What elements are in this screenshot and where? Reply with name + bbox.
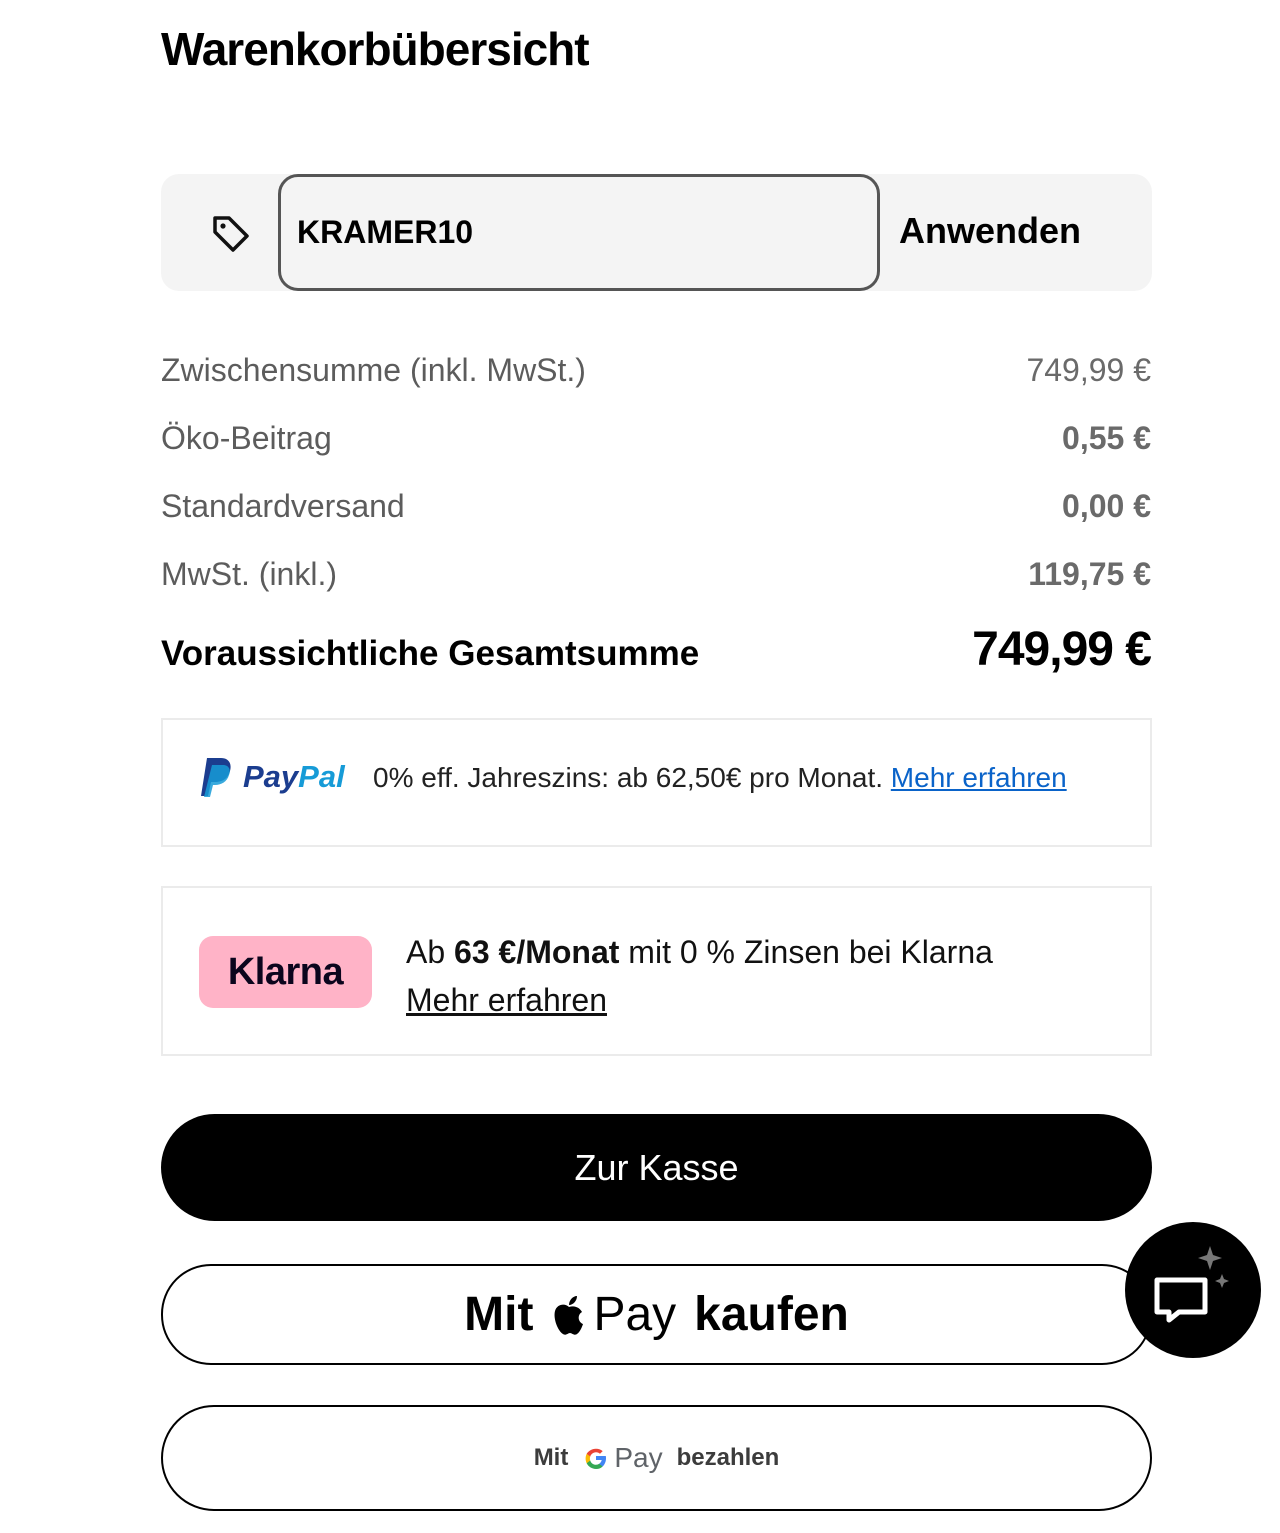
subtotal-value: 749,99 € bbox=[1026, 352, 1151, 388]
apple-pay-wordmark: Pay bbox=[593, 1288, 677, 1341]
shipping-row: Standardversand 0,00 € bbox=[161, 488, 1151, 525]
eco-fee-label: Öko-Beitrag bbox=[161, 420, 332, 456]
paypal-installment-text: 0% eff. Jahreszins: ab 62,50€ pro Monat.… bbox=[373, 762, 1067, 793]
klarna-logo: Klarna bbox=[199, 936, 372, 1008]
apply-promo-button[interactable]: Anwenden bbox=[899, 206, 1081, 256]
subtotal-label: Zwischensumme (inkl. MwSt.) bbox=[161, 352, 586, 388]
shipping-value: 0,00 € bbox=[1062, 488, 1151, 524]
vat-row: MwSt. (inkl.) 119,75 € bbox=[161, 556, 1151, 593]
paypal-learn-more-link[interactable]: Mehr erfahren bbox=[891, 762, 1067, 793]
tag-icon bbox=[213, 216, 249, 252]
eco-fee-row: Öko-Beitrag 0,55 € bbox=[161, 420, 1151, 457]
klarna-installment-text: Ab 63 €/Monat mit 0 % Zinsen bei Klarna … bbox=[406, 934, 993, 1018]
klarna-learn-more-link[interactable]: Mehr erfahren bbox=[406, 982, 607, 1018]
checkout-button[interactable]: Zur Kasse bbox=[161, 1114, 1152, 1221]
chat-sparkle-icon bbox=[1154, 1246, 1229, 1323]
total-value: 749,99 € bbox=[972, 623, 1152, 676]
promo-code-bar: Anwenden bbox=[161, 174, 1152, 291]
paypal-logo: PayPal bbox=[199, 756, 345, 798]
subtotal-row: Zwischensumme (inkl. MwSt.) 749,99 € bbox=[161, 352, 1151, 389]
total-row: Voraussichtliche Gesamtsumme 749,99 € bbox=[161, 622, 1152, 677]
google-pay-button[interactable]: Mit Pay bezahlen bbox=[161, 1405, 1152, 1511]
vat-value: 119,75 € bbox=[1028, 556, 1151, 592]
google-g-icon bbox=[585, 1448, 607, 1469]
shipping-label: Standardversand bbox=[161, 488, 405, 524]
total-label: Voraussichtliche Gesamtsumme bbox=[161, 634, 700, 673]
apple-pay-button[interactable]: Mit Pay kaufen bbox=[161, 1264, 1152, 1365]
paypal-installment-box: PayPal 0% eff. Jahreszins: ab 62,50€ pro… bbox=[161, 718, 1152, 847]
promo-code-input[interactable] bbox=[278, 174, 880, 291]
apple-icon bbox=[554, 1295, 584, 1335]
chat-assistant-button[interactable] bbox=[1125, 1222, 1261, 1358]
cart-summary-page: Warenkorbübersicht Anwenden Zwischensumm… bbox=[0, 0, 1280, 1533]
paypal-wordmark: PayPal bbox=[243, 759, 345, 794]
vat-label: MwSt. (inkl.) bbox=[161, 556, 337, 592]
google-pay-wordmark: Pay bbox=[614, 1442, 663, 1473]
paypal-p-icon bbox=[201, 758, 231, 797]
page-title: Warenkorbübersicht bbox=[161, 23, 590, 75]
klarna-installment-box: Klarna Ab 63 €/Monat mit 0 % Zinsen bei … bbox=[161, 886, 1152, 1056]
eco-fee-value: 0,55 € bbox=[1062, 420, 1151, 456]
